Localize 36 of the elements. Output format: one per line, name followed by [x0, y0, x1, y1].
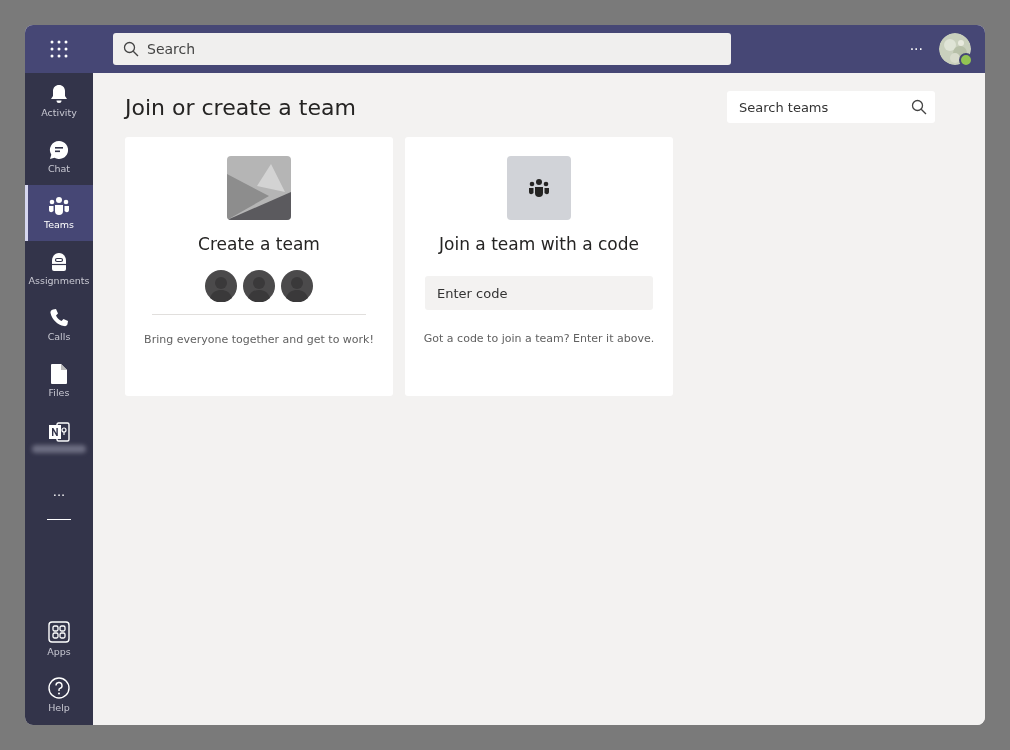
file-icon — [50, 364, 68, 384]
code-input-field[interactable]: Enter code — [425, 276, 653, 310]
help-icon — [48, 677, 70, 699]
nav-item[interactable]: Apps — [25, 611, 93, 667]
nav-item[interactable]: Files — [25, 353, 93, 409]
page-title: Join or create a team — [125, 94, 356, 120]
nav-item[interactable]: Help — [25, 667, 93, 723]
team-card[interactable]: Join a team with a code Enter code Got a code to join a team? Enter it above. — [405, 137, 673, 396]
chat-bubble-icon — [49, 140, 69, 160]
phone-icon — [49, 308, 69, 328]
nav-item[interactable]: Chat — [25, 129, 93, 185]
person-avatar-icon — [281, 270, 313, 302]
person-avatar-icon — [205, 270, 237, 302]
search-field[interactable]: Search — [113, 33, 731, 65]
search-teams-field[interactable]: Search teams — [727, 91, 935, 123]
notebook-icon — [48, 421, 70, 442]
card-description: Got a code to join a team? Enter it above. — [423, 332, 655, 345]
more-options-button[interactable]: ··· — [909, 41, 923, 57]
card-title: Join a team with a code — [439, 234, 639, 254]
nav-item[interactable]: Assignments — [25, 241, 93, 297]
team-people-icon — [528, 178, 550, 198]
card-title: Create a team — [198, 234, 320, 254]
card-description: Bring everyone together and get to work! — [144, 333, 374, 346]
person-avatar-icon — [243, 270, 275, 302]
team-people-icon — [48, 196, 70, 216]
backpack-icon — [49, 252, 69, 272]
app-launcher-icon[interactable] — [50, 40, 68, 58]
more-apps-button[interactable]: ··· — [25, 483, 93, 507]
apps-grid-icon — [48, 621, 70, 643]
bell-icon — [49, 84, 69, 104]
nav-item[interactable]: Calls — [25, 297, 93, 353]
team-card[interactable]: Create a team Bring everyone together and get to work! — [125, 137, 393, 396]
nav-item[interactable]: Activity — [25, 73, 93, 129]
search-icon — [911, 99, 927, 115]
nav-item[interactable]: Teams — [25, 185, 93, 241]
search-icon — [123, 41, 139, 57]
